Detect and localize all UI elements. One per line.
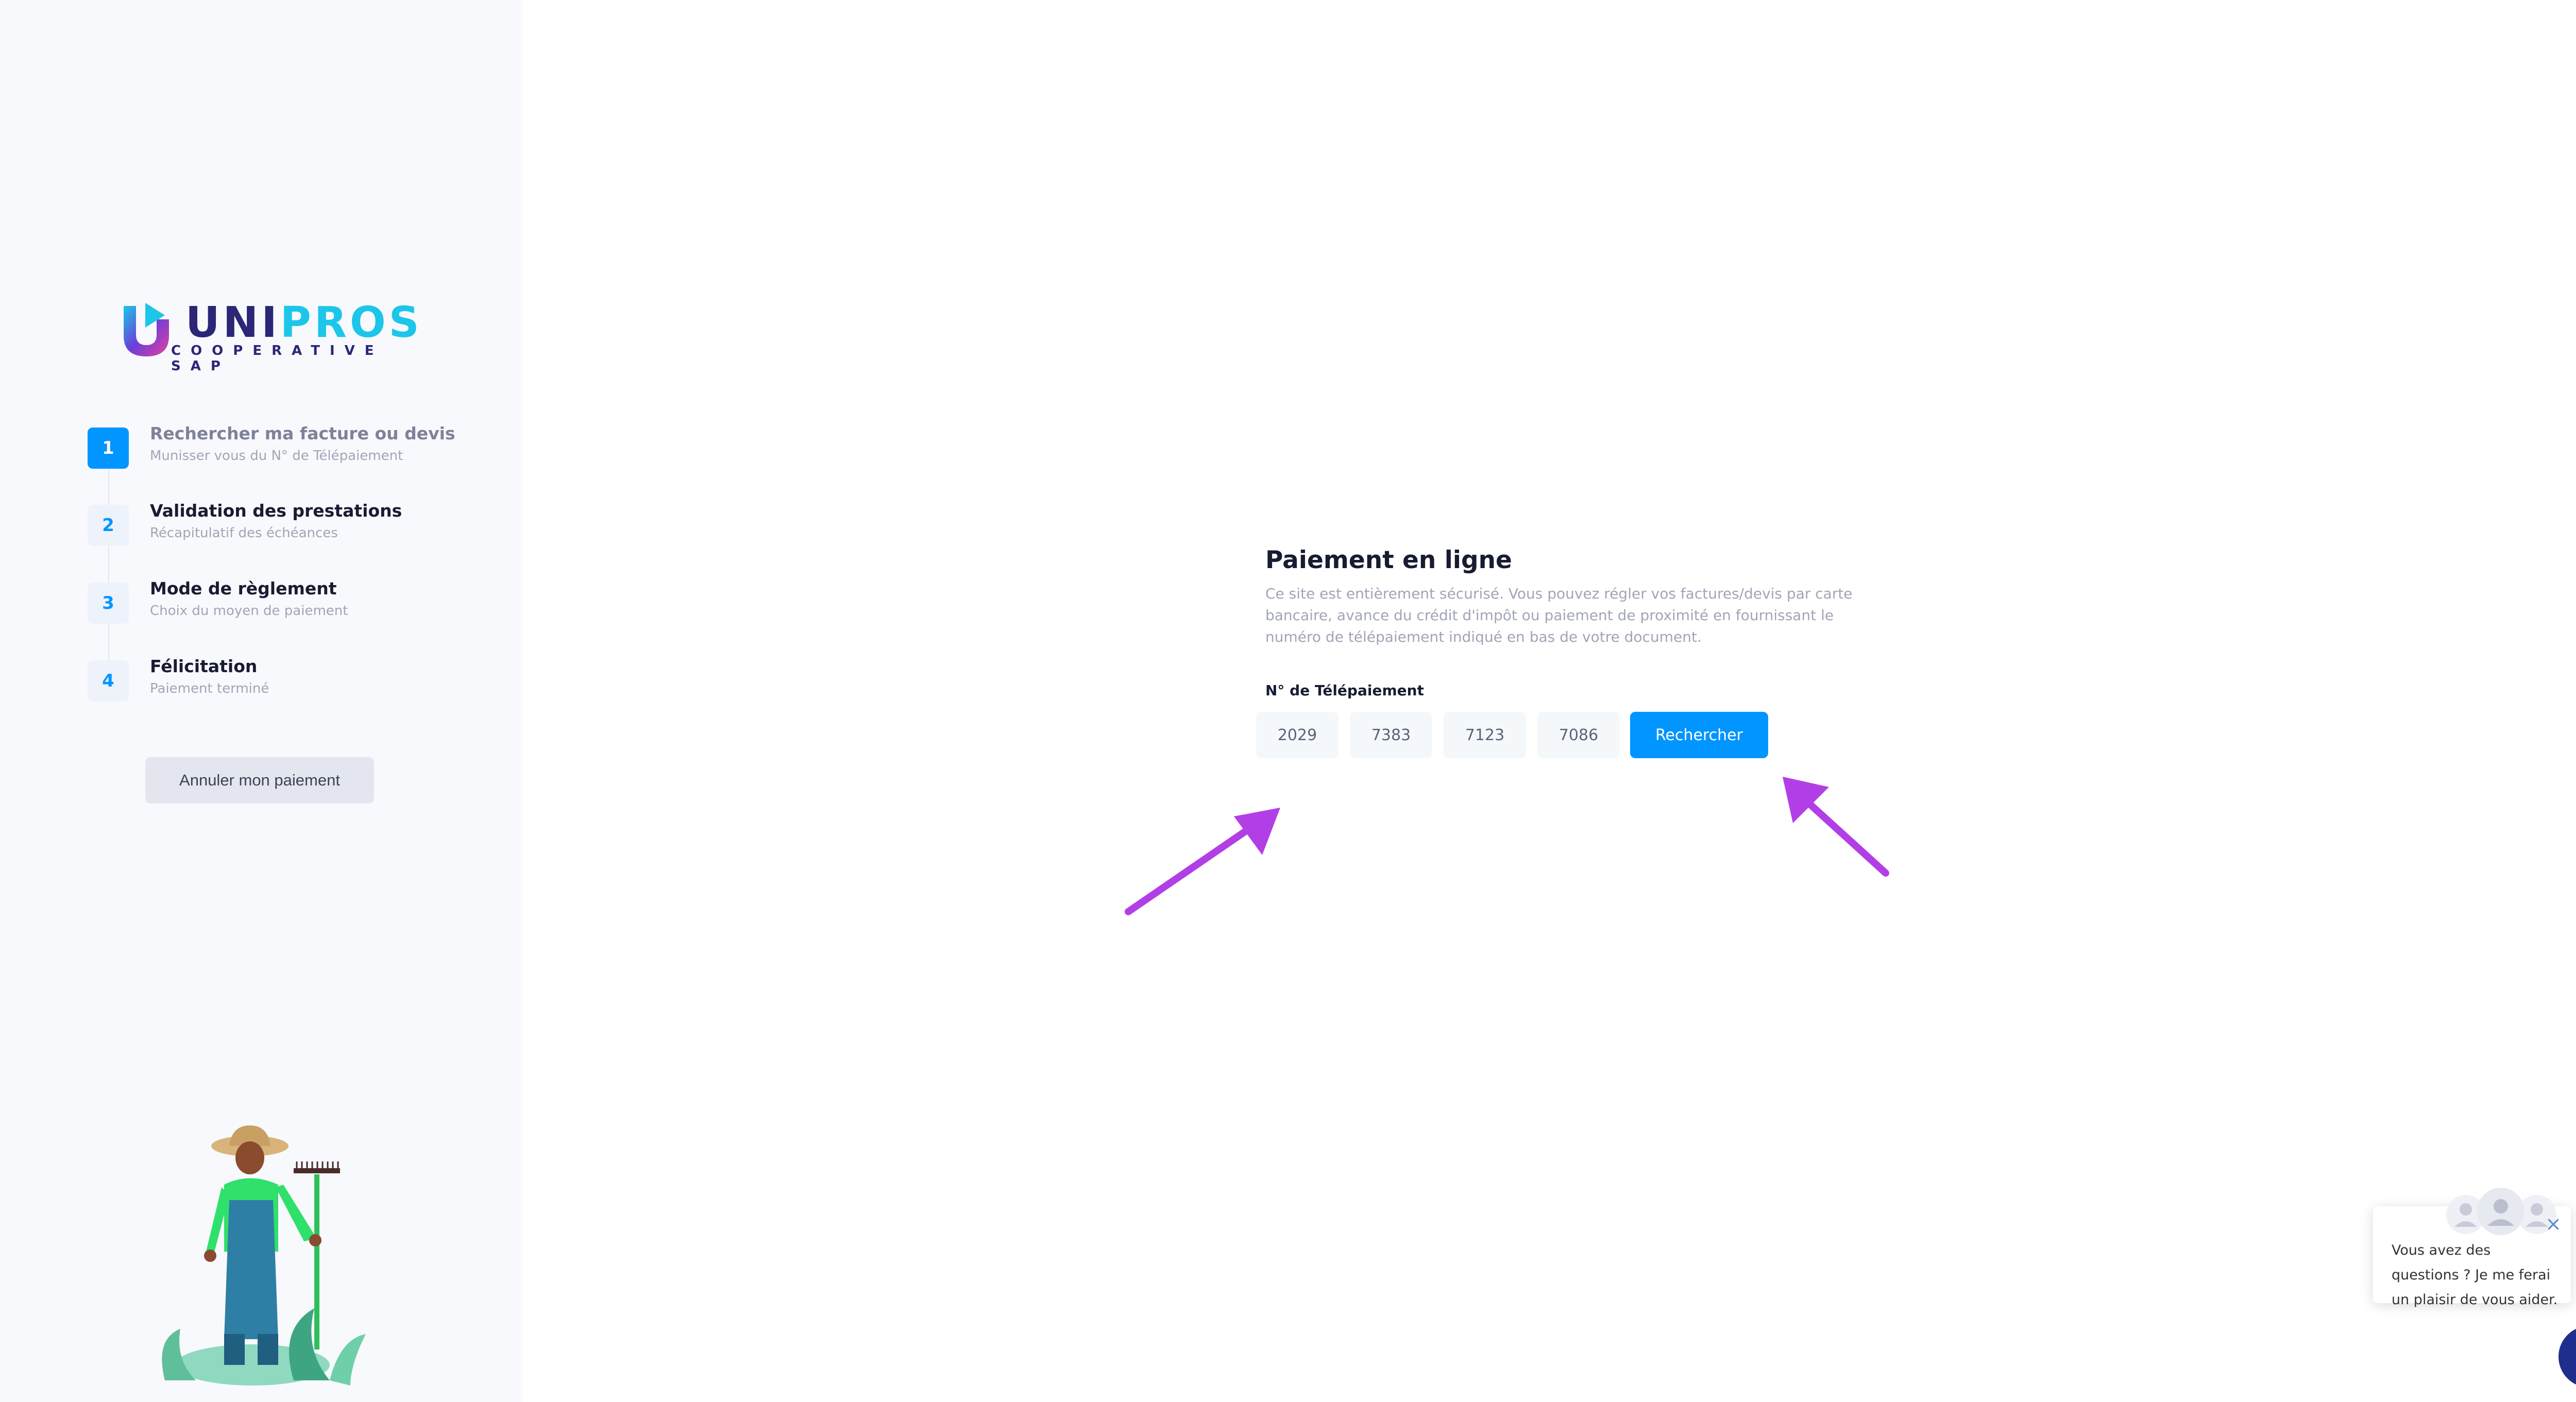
page-title: Paiement en ligne xyxy=(1265,546,1512,574)
payment-number-label: N° de Télépaiement xyxy=(1265,682,1424,699)
logo-subtitle: COOPERATIVE SAP xyxy=(171,343,384,374)
gardener-illustration xyxy=(162,1125,366,1386)
step-title: Mode de règlement xyxy=(150,578,337,599)
unipros-logo: UNIPROS COOPERATIVE SAP xyxy=(120,301,419,374)
logo-mark-icon xyxy=(124,303,169,356)
step-number: 4 xyxy=(88,660,129,702)
step-title: Félicitation xyxy=(150,656,258,676)
step-1: 1 Rechercher ma facture ou devis Munisse… xyxy=(88,423,455,475)
step-number: 2 xyxy=(88,505,129,546)
payment-code-input-3[interactable] xyxy=(1444,712,1526,758)
chat-bubble-icon xyxy=(2574,1341,2576,1372)
payment-code-input-4[interactable] xyxy=(1537,712,1620,758)
step-subtitle: Choix du moyen de paiement xyxy=(150,603,348,619)
step-2: 2 Validation des prestations Récapitulat… xyxy=(88,501,448,552)
step-number: 3 xyxy=(88,583,129,624)
chat-message: Vous avez des questions ? Je me ferai un… xyxy=(2392,1242,2558,1308)
chat-popup[interactable]: × Vous avez des questions ? Je me ferai … xyxy=(2373,1188,2571,1308)
payment-code-input-1[interactable] xyxy=(1256,712,1338,758)
arrow-annotation-right xyxy=(1783,777,1889,877)
close-icon[interactable]: × xyxy=(2543,1213,2564,1234)
step-number: 1 xyxy=(88,428,129,469)
chat-launcher-button[interactable] xyxy=(2558,1326,2576,1388)
step-title: Rechercher ma facture ou devis xyxy=(150,423,455,443)
step-subtitle: Récapitulatif des échéances xyxy=(150,525,338,541)
step-title: Validation des prestations xyxy=(150,501,402,521)
step-3: 3 Mode de règlement Choix du moyen de pa… xyxy=(88,578,448,630)
step-subtitle: Paiement terminé xyxy=(150,681,269,696)
cancel-payment-button[interactable]: Annuler mon paiement xyxy=(145,757,374,803)
arrow-annotation-left xyxy=(1125,808,1280,915)
logo-wordmark: UNIPROS xyxy=(185,298,422,347)
step-4: 4 Félicitation Paiement terminé xyxy=(88,656,448,708)
step-connector xyxy=(108,465,109,681)
payment-description: Ce site est entièrement sécurisé. Vous p… xyxy=(1265,585,1853,645)
step-subtitle: Munisser vous du N° de Télépaiement xyxy=(150,448,403,464)
search-button[interactable]: Rechercher xyxy=(1630,712,1768,758)
sidebar: UNIPROS COOPERATIVE SAP 1 Rechercher ma … xyxy=(0,0,522,1402)
payment-code-input-2[interactable] xyxy=(1350,712,1432,758)
